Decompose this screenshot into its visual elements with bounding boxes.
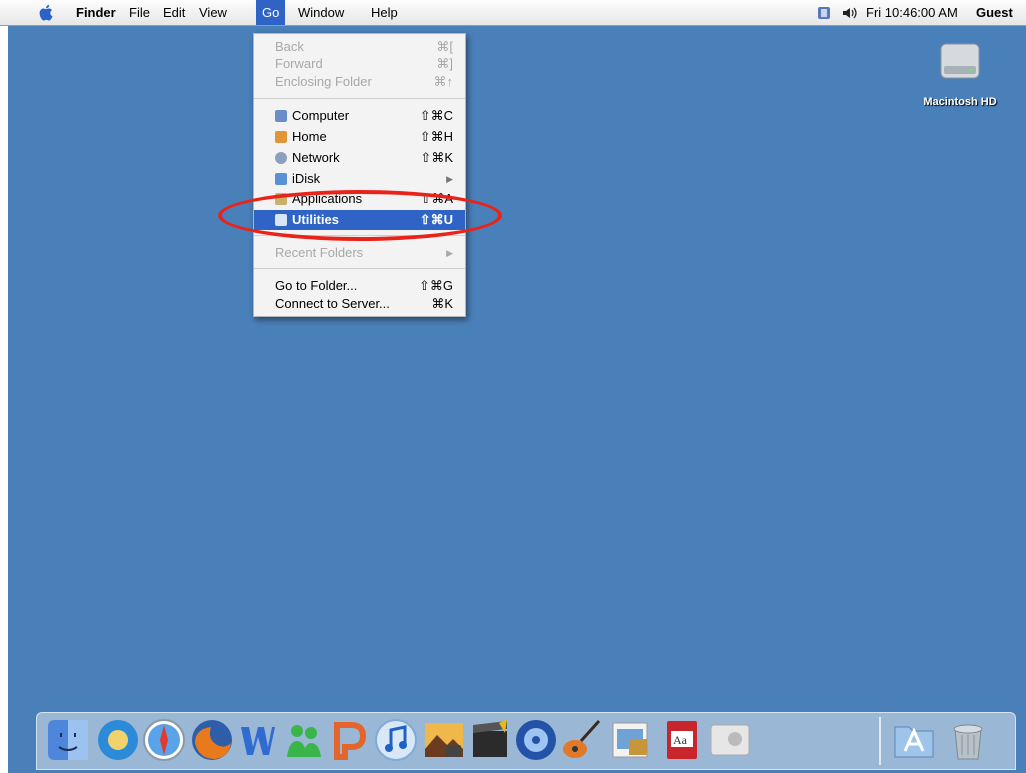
network-icon [275, 152, 287, 164]
menu-item-label: Go to Folder... [275, 278, 358, 293]
menu-view[interactable]: View [199, 0, 227, 25]
menu-item-label: Forward [275, 56, 323, 71]
submenu-arrow-icon: ▶ [446, 174, 453, 184]
menu-item-connect-to-server[interactable]: Connect to Server... ⌘K [254, 294, 465, 314]
menu-item-label: Enclosing Folder [275, 74, 372, 89]
menu-help[interactable]: Help [371, 0, 398, 25]
menu-item-label: Home [292, 129, 327, 144]
svg-text:Aa: Aa [673, 733, 688, 747]
submenu-arrow-icon: ▶ [446, 248, 453, 258]
menu-clock[interactable]: Fri 10:46:00 AM [866, 0, 958, 25]
powerpoint-icon[interactable] [327, 717, 373, 763]
menu-item-shortcut: ⇧⌘C [419, 108, 453, 123]
menu-file[interactable]: File [129, 0, 150, 25]
firefox-icon[interactable] [189, 717, 235, 763]
word-icon[interactable] [235, 717, 281, 763]
finder-icon[interactable] [45, 717, 91, 763]
apple-menu-icon[interactable] [38, 3, 56, 22]
iphoto-icon[interactable] [421, 717, 467, 763]
menu-item-shortcut: ⇧⌘G [418, 278, 453, 293]
safari-icon[interactable] [141, 717, 187, 763]
menu-item-idisk[interactable]: iDisk ▶ [254, 169, 465, 189]
go-menu-dropdown: Back ⌘[ Forward ⌘] Enclosing Folder ⌘↑ C… [253, 33, 466, 317]
menu-item-shortcut: ⌘K [431, 296, 453, 311]
menu-item-network[interactable]: Network ⇧⌘K [254, 148, 465, 168]
itunes-icon[interactable] [373, 717, 419, 763]
bootcamp-icon[interactable] [707, 717, 753, 763]
messenger-icon[interactable] [281, 717, 327, 763]
menu-edit[interactable]: Edit [163, 0, 185, 25]
menu-item-computer[interactable]: Computer ⇧⌘C [254, 106, 465, 126]
menu-item-shortcut: ⌘] [436, 56, 453, 71]
idvd-icon[interactable] [513, 717, 559, 763]
hard-drive-label: Macintosh HD [923, 96, 997, 108]
world-icon[interactable] [95, 717, 141, 763]
idisk-icon [275, 173, 287, 185]
dock-divider [879, 717, 881, 765]
menu-item-shortcut: ⇧⌘K [420, 150, 453, 165]
menu-item-shortcut: ⌘↑ [433, 74, 454, 89]
menu-finder[interactable]: Finder [76, 0, 116, 25]
menu-item-shortcut: ⇧⌘H [419, 129, 453, 144]
menu-item-enclosing-folder[interactable]: Enclosing Folder ⌘↑ [254, 72, 465, 92]
menu-item-label: Recent Folders [275, 245, 364, 260]
menu-item-label: Connect to Server... [275, 296, 390, 311]
menu-item-forward[interactable]: Forward ⌘] [254, 54, 465, 74]
volume-icon[interactable] [842, 6, 858, 20]
desktop [8, 26, 1026, 773]
preview-icon[interactable] [607, 717, 653, 763]
menu-item-recent-folders[interactable]: Recent Folders ▶ [254, 243, 465, 263]
hard-drive-icon[interactable] [938, 42, 982, 82]
annotation-ellipse [218, 190, 502, 241]
dock: Aa [36, 712, 1016, 770]
computer-icon [275, 110, 287, 122]
trash-icon[interactable] [945, 717, 991, 763]
menu-item-label: iDisk [292, 171, 321, 186]
input-menu-icon[interactable] [817, 6, 831, 20]
garageband-icon[interactable] [559, 717, 605, 763]
menu-go[interactable]: Go [256, 0, 286, 25]
menu-bar: Finder File Edit View Go Window Help Fri… [0, 0, 1026, 26]
menu-item-home[interactable]: Home ⇧⌘H [254, 127, 465, 147]
user-menu[interactable]: Guest [976, 0, 1013, 25]
menu-item-go-to-folder[interactable]: Go to Folder... ⇧⌘G [254, 276, 465, 296]
imovie-icon[interactable] [467, 717, 513, 763]
applications-folder-icon[interactable] [891, 717, 937, 763]
home-icon [275, 131, 287, 143]
menu-separator [254, 98, 465, 99]
menu-item-label: Computer [292, 108, 350, 123]
menu-window[interactable]: Window [298, 0, 344, 25]
menu-separator [254, 268, 465, 269]
dictionary-icon[interactable]: Aa [659, 717, 705, 763]
menu-item-label: Network [292, 150, 340, 165]
